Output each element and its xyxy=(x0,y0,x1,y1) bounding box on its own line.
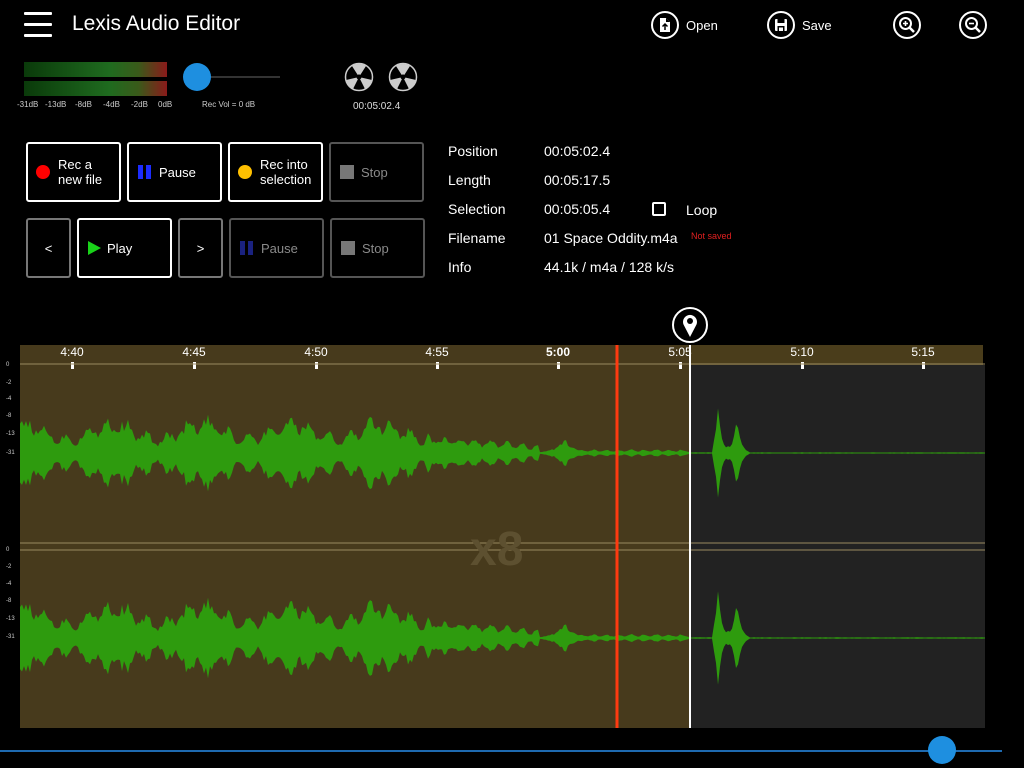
location-pin-icon[interactable] xyxy=(671,306,709,344)
scroll-slider[interactable] xyxy=(928,736,956,764)
waveform-overlay xyxy=(20,345,985,728)
zoom-indicator: x8 xyxy=(470,523,524,576)
scroll-track[interactable] xyxy=(0,750,1002,752)
